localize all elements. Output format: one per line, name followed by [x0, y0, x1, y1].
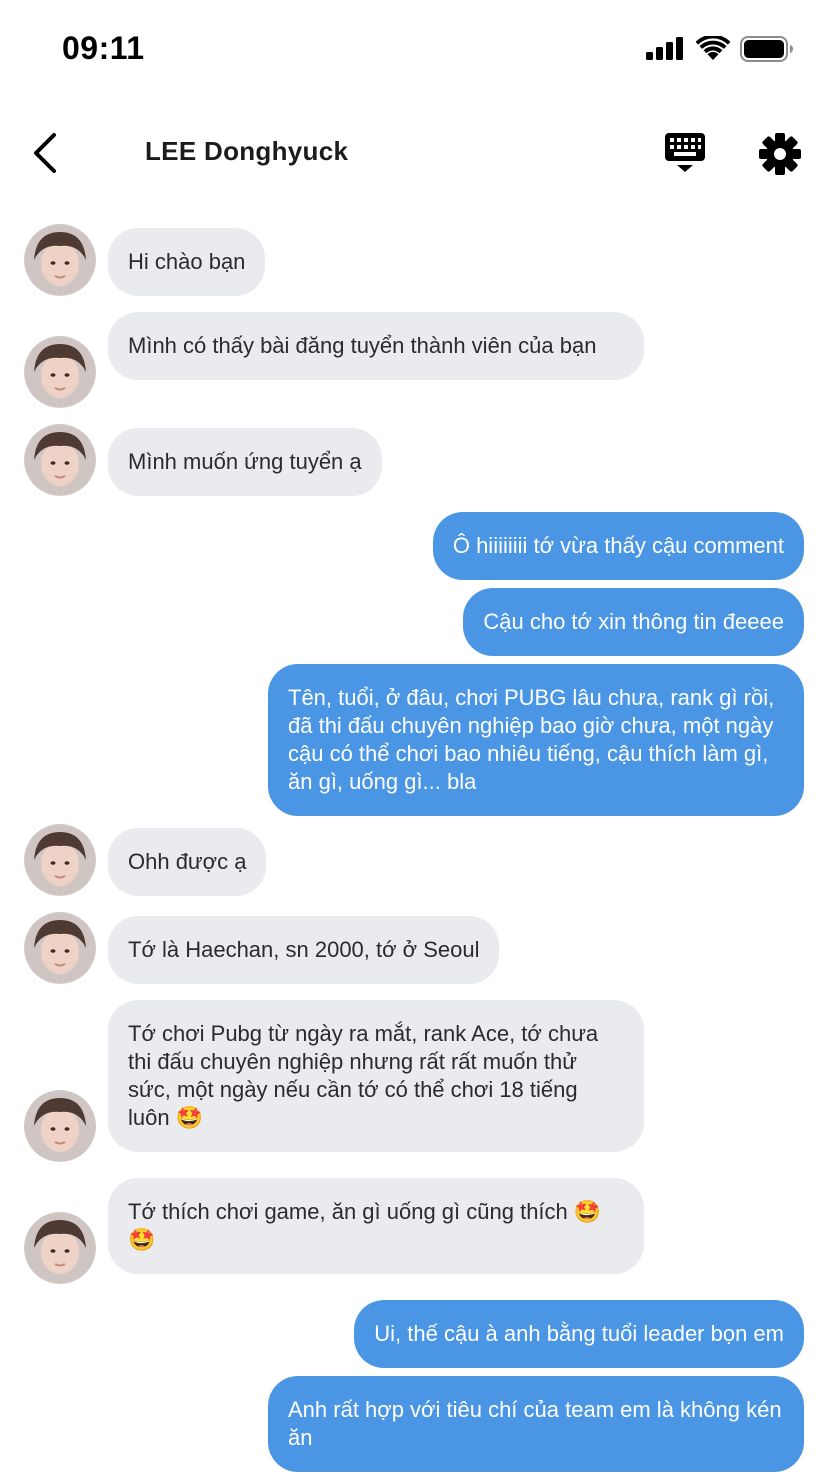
contact-avatar[interactable] — [24, 424, 96, 496]
message-text: Tớ là Haechan, sn 2000, tớ ở Seoul — [128, 937, 480, 962]
contact-avatar[interactable] — [24, 824, 96, 896]
avatar-photo — [24, 1212, 96, 1284]
contact-avatar[interactable] — [24, 336, 96, 408]
incoming-message[interactable]: Tớ chơi Pubg từ ngày ra mắt, rank Ace, t… — [108, 1000, 644, 1152]
message-text: Tên, tuổi, ở đâu, chơi PUBG lâu chưa, ra… — [288, 685, 781, 794]
incoming-message[interactable]: Hi chào bạn — [108, 228, 266, 296]
avatar-photo — [24, 424, 96, 496]
avatar-photo — [24, 912, 96, 984]
message-text: Tớ chơi Pubg từ ngày ra mắt, rank Ace, t… — [128, 1021, 605, 1130]
message-text: Ohh được ạ — [128, 849, 247, 874]
incoming-message[interactable]: Mình muốn ứng tuyển ạ — [108, 428, 382, 496]
message-text: Ô hiiiiiiii tớ vừa thấy cậu comment — [452, 533, 784, 558]
incoming-message[interactable]: Ohh được ạ — [108, 828, 267, 896]
contact-avatar[interactable] — [24, 1090, 96, 1162]
avatar-photo — [24, 336, 96, 408]
message-text: Cậu cho tớ xin thông tin đeeee — [483, 609, 784, 634]
outgoing-message[interactable]: Ô hiiiiiiii tớ vừa thấy cậu comment — [432, 512, 804, 580]
outgoing-message[interactable]: Cậu cho tớ xin thông tin đeeee — [463, 588, 804, 656]
message-text: Anh rất hợp với tiêu chí của team em là … — [288, 1397, 788, 1450]
contact-avatar[interactable] — [24, 1212, 96, 1284]
avatar-photo — [24, 824, 96, 896]
avatar-photo — [24, 1090, 96, 1162]
incoming-message[interactable]: Tớ thích chơi game, ăn gì uống gì cũng t… — [108, 1178, 644, 1274]
incoming-message[interactable]: Mình có thấy bài đăng tuyển thành viên c… — [108, 312, 644, 380]
avatar-photo — [24, 224, 96, 296]
message-text: Ui, thế cậu à anh bằng tuổi leader bọn e… — [374, 1321, 784, 1346]
incoming-message[interactable]: Tớ là Haechan, sn 2000, tớ ở Seoul — [108, 916, 500, 984]
outgoing-message[interactable]: Anh rất hợp với tiêu chí của team em là … — [268, 1376, 804, 1472]
message-text: Mình muốn ứng tuyển ạ — [128, 449, 362, 474]
outgoing-message[interactable]: Ui, thế cậu à anh bằng tuổi leader bọn e… — [354, 1300, 804, 1368]
message-text: Hi chào bạn — [128, 249, 246, 274]
outgoing-message[interactable]: Tên, tuổi, ở đâu, chơi PUBG lâu chưa, ra… — [268, 664, 804, 816]
contact-avatar[interactable] — [24, 912, 96, 984]
message-text: Mình có thấy bài đăng tuyển thành viên c… — [128, 333, 597, 358]
contact-avatar[interactable] — [24, 224, 96, 296]
message-list[interactable]: Hi chào bạn Mình có thấy bài đăng tuyển … — [0, 0, 828, 1474]
message-text: Tớ thích chơi game, ăn gì uống gì cũng t… — [128, 1199, 602, 1252]
